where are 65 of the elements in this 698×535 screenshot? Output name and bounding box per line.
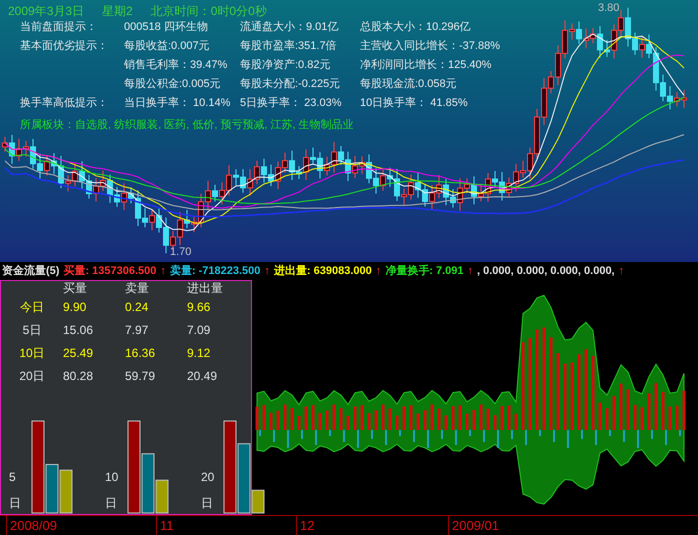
table-cell: 9.12 <box>187 346 210 360</box>
volume-bar <box>60 470 72 514</box>
table-cell: 16.36 <box>125 346 156 360</box>
up-arrow: ↑ <box>264 264 270 279</box>
group-unit: 日 <box>105 495 118 512</box>
info-label: 当前盘面提示： <box>20 21 97 34</box>
group-number: 20 <box>201 469 216 486</box>
period-label: 20日 <box>19 368 45 384</box>
date-label: 2009年3月3日 <box>8 3 84 20</box>
table-cell: 20.49 <box>187 368 218 382</box>
table-cell: 7.97 <box>125 322 148 336</box>
axis-label: 11 <box>160 518 174 533</box>
table-cell: 59.79 <box>125 368 156 382</box>
info-value: 销售毛利率：39.47% <box>124 59 228 72</box>
column-header: 进出量 <box>187 281 223 295</box>
table-cell: 25.49 <box>63 346 94 360</box>
table-cell: 9.90 <box>63 300 86 314</box>
group-number: 5 <box>9 469 17 486</box>
info-value: 当日换手率： 10.14% <box>124 97 230 110</box>
period-label: 10日 <box>19 344 45 362</box>
column-header: 买量 <box>63 281 87 295</box>
table-cell: 15.06 <box>63 322 94 336</box>
up-arrow: ↑ <box>618 264 624 279</box>
group-number: 10 <box>105 469 120 486</box>
info-value: 每股收益:0.007元 <box>124 40 210 52</box>
indicator-reading: 资金流量(5) <box>2 264 60 279</box>
up-arrow: ↑ <box>468 264 473 279</box>
weekday-label: 星期2 <box>102 3 133 20</box>
info-value: 流通盘大小：9.01亿 <box>240 21 338 34</box>
info-value: 每股市盈率:351.7倍 <box>240 40 337 52</box>
group-unit: 日 <box>201 495 214 512</box>
up-arrow: ↑ <box>376 264 382 279</box>
info-value: 总股本大小：10.296亿 <box>360 21 471 34</box>
sector-list: 所属板块：自选股, 纺织服装, 医药, 低价, 预亏预减, 江苏, 生物制品业 <box>20 117 500 134</box>
column-header: 卖量 <box>125 281 149 295</box>
info-value: 000518 四环生物 <box>124 21 208 34</box>
info-value: 每股净资产:0.82元 <box>240 59 330 72</box>
group-unit: 日 <box>9 495 22 512</box>
info-value: 每股现金流:0.058元 <box>360 78 457 90</box>
high-price-label: 3.80 <box>598 1 620 16</box>
period-label: 5日 <box>22 322 42 338</box>
clock-label: 北京时间：0时0分0秒 <box>150 3 267 20</box>
info-value: 每股未分配:-0.225元 <box>240 78 340 90</box>
table-cell: 0.24 <box>125 300 148 314</box>
table-cell: 80.28 <box>63 368 94 382</box>
indicator-reading: , 0.000, 0.000, 0.000, 0.000, <box>477 264 615 279</box>
indicator-reading: 净量换手: 7.091 <box>385 264 464 279</box>
info-label: 基本面优劣提示： <box>20 40 108 52</box>
table-cell: 7.09 <box>187 322 210 336</box>
info-value: 10日换手率： 41.85% <box>360 97 468 110</box>
info-value: 主营收入同比增长：-37.88% <box>360 40 500 52</box>
info-value: 5日换手率： 23.03% <box>240 97 342 110</box>
info-value: 净利润同比增长：125.40% <box>360 59 492 72</box>
axis-label: 2008/09 <box>10 518 57 533</box>
up-arrow: ↑ <box>160 264 166 279</box>
period-label: 今日 <box>20 298 44 316</box>
axis-label: 2009/01 <box>452 518 499 533</box>
indicator-reading: 卖量: -718223.500 <box>170 264 260 279</box>
indicator-reading: 进出量: 639083.000 <box>274 264 372 279</box>
info-label: 换手率高低提示： <box>20 97 108 110</box>
info-value: 每股公积金:0.005元 <box>124 78 221 90</box>
indicator-reading: 买量: 1357306.500 <box>63 264 156 279</box>
axis-label: 12 <box>300 518 314 533</box>
low-price-label: 1.70 <box>170 245 192 260</box>
table-cell: 9.66 <box>187 300 210 314</box>
